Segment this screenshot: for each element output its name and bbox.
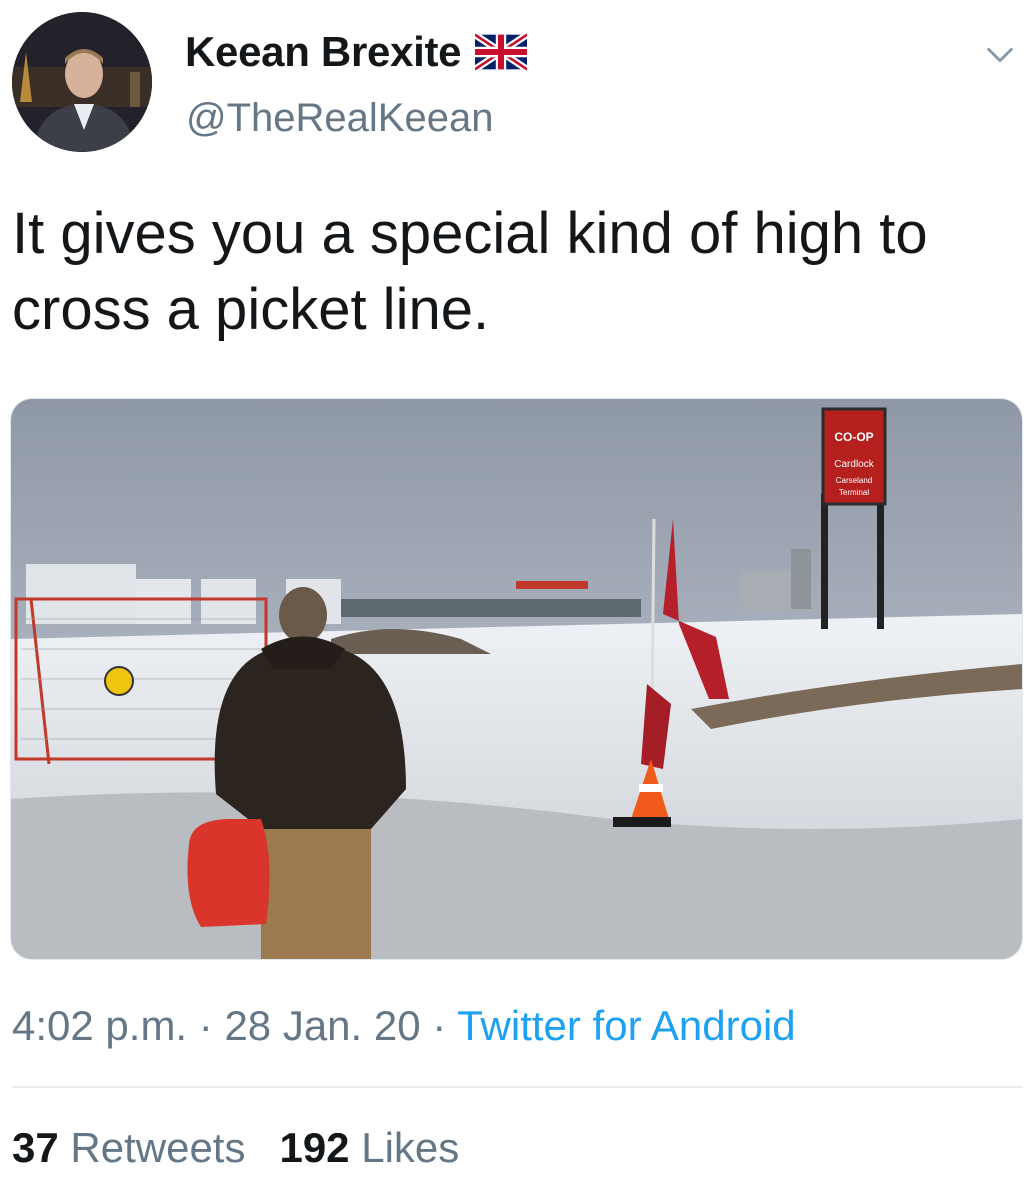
display-name[interactable]: Keean Brexite xyxy=(185,28,462,76)
tweet-date[interactable]: 28 Jan. 20 xyxy=(224,1002,420,1049)
tweet-stats: 37 Retweets 192 Likes xyxy=(12,1124,459,1172)
likes-count: 192 xyxy=(279,1124,350,1171)
retweets-label: Retweets xyxy=(70,1124,246,1171)
tweet-time[interactable]: 4:02 p.m. xyxy=(12,1002,187,1049)
author-handle[interactable]: @TheRealKeean xyxy=(186,96,493,141)
sign-brand: CO-OP xyxy=(834,430,873,444)
likes-stat[interactable]: 192 Likes xyxy=(279,1124,459,1171)
profile-photo xyxy=(12,12,152,152)
tweet-photo[interactable]: CO-OP Cardlock Carseland Terminal xyxy=(10,398,1023,960)
uk-flag-icon xyxy=(475,33,528,71)
meta-separator: · xyxy=(187,1002,225,1049)
photo-scene: CO-OP Cardlock Carseland Terminal xyxy=(11,399,1022,959)
chevron-down-icon[interactable] xyxy=(983,38,1017,72)
tweet-meta: 4:02 p.m. · 28 Jan. 20 · Twitter for And… xyxy=(12,1002,796,1050)
avatar[interactable] xyxy=(12,12,152,152)
tweet-source-link[interactable]: Twitter for Android xyxy=(457,1002,795,1049)
tweet-text: It gives you a special kind of high to c… xyxy=(12,201,928,342)
sign-line3: Terminal xyxy=(839,488,869,497)
divider xyxy=(12,1086,1023,1088)
author-name-row[interactable]: Keean Brexite xyxy=(185,28,528,76)
sign-line2: Carseland xyxy=(836,476,872,485)
retweets-stat[interactable]: 37 Retweets xyxy=(12,1124,245,1171)
likes-label: Likes xyxy=(361,1124,460,1171)
retweets-count: 37 xyxy=(12,1124,59,1171)
sign-line1: Cardlock xyxy=(834,459,874,470)
meta-separator: · xyxy=(420,1002,458,1049)
